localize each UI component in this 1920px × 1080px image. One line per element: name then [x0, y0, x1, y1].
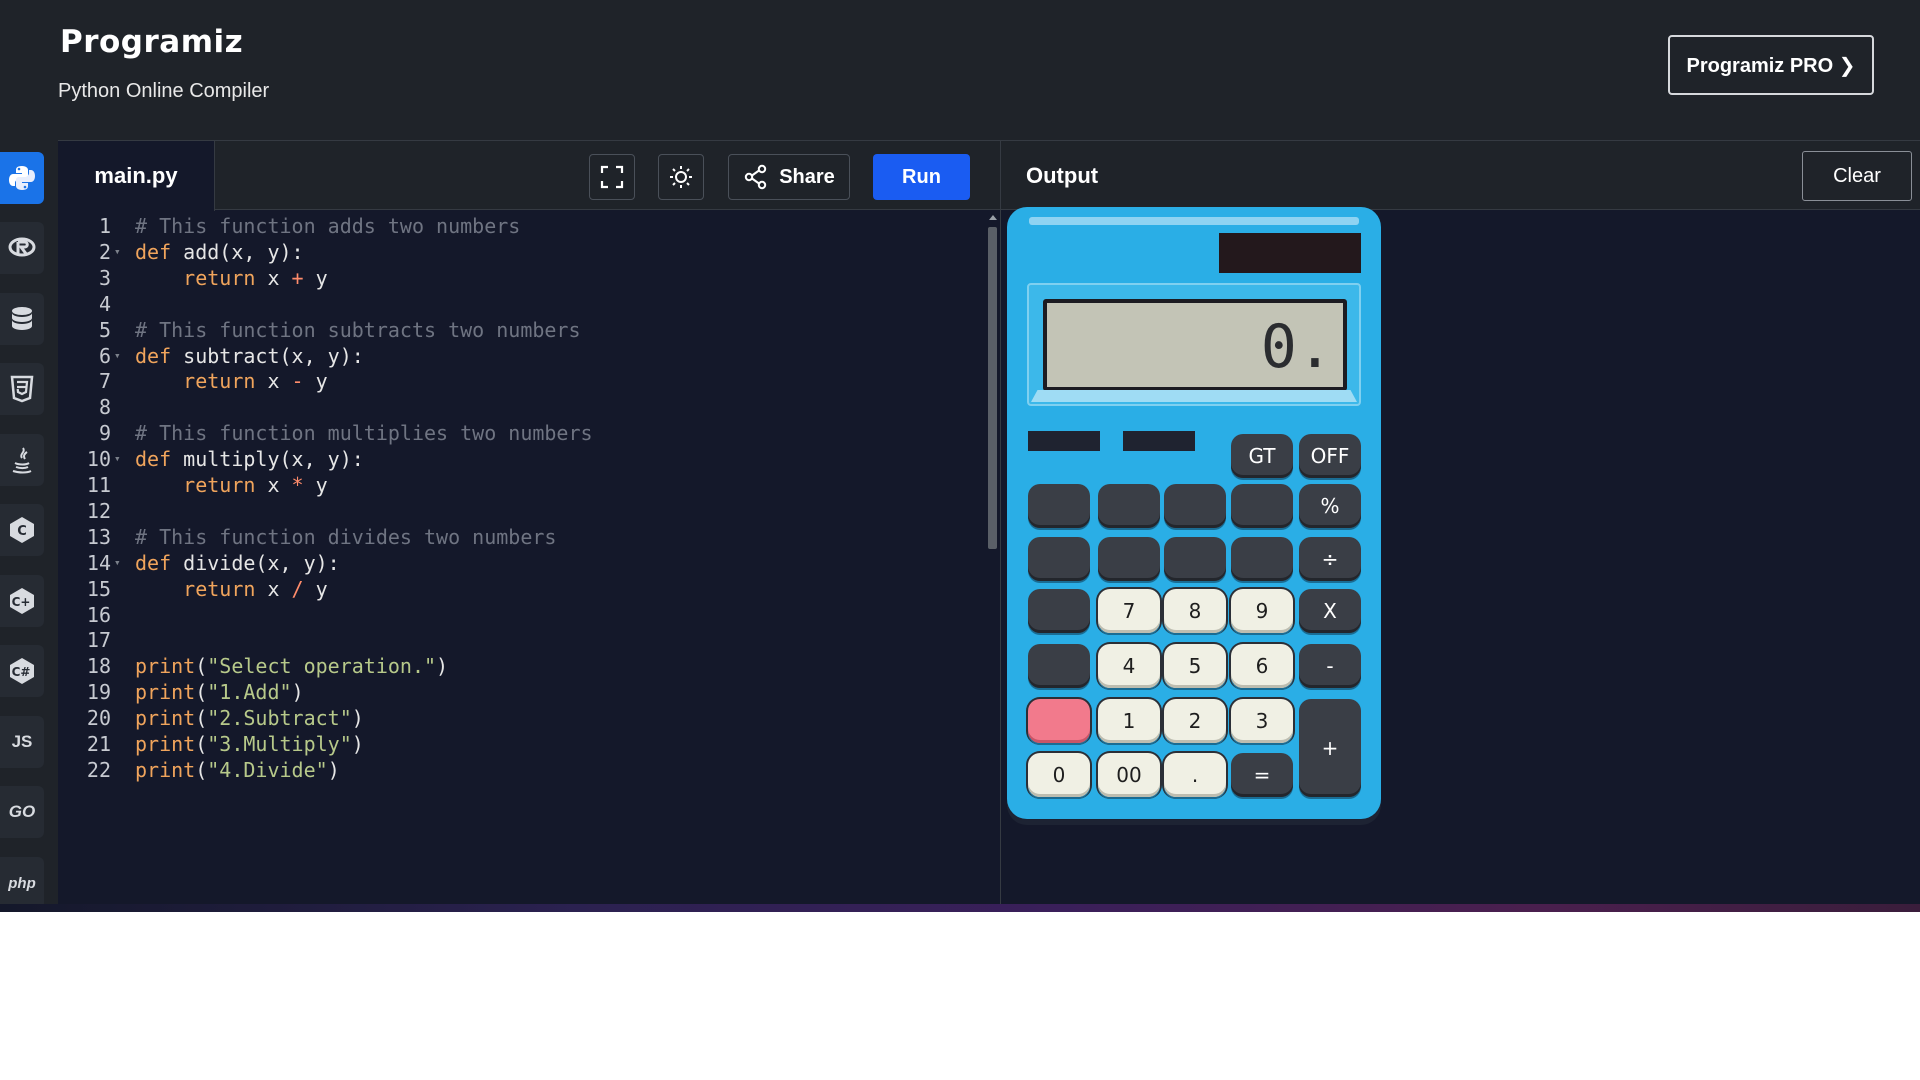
python-icon	[9, 166, 35, 190]
calculator-label-slot	[1123, 431, 1195, 451]
sidebar-item-c[interactable]: C	[0, 504, 44, 556]
calc-key-zero[interactable]: 0	[1028, 753, 1090, 797]
database-icon	[12, 307, 32, 330]
calculator-display-value: 0.	[1260, 312, 1333, 382]
calc-key-minus[interactable]: -	[1299, 644, 1361, 688]
code-text: print("4.Divide")	[135, 757, 340, 782]
scroll-thumb[interactable]	[988, 227, 997, 549]
calc-key-six[interactable]: 6	[1231, 644, 1293, 688]
c-language-icon: C	[10, 517, 34, 543]
calc-key-r2c3[interactable]	[1164, 537, 1226, 581]
sidebar-item-php[interactable]: php	[0, 857, 44, 909]
calc-key-one[interactable]: 1	[1098, 699, 1160, 743]
scroll-up-arrow-icon[interactable]	[989, 215, 997, 220]
cpp-icon: C+	[10, 588, 34, 614]
calc-key-decimal[interactable]: .	[1164, 753, 1226, 797]
svg-text:C#: C#	[12, 665, 31, 679]
html5-icon	[10, 375, 34, 403]
line-number: 22	[86, 757, 111, 782]
sidebar-item-cpp[interactable]: C+	[0, 575, 44, 627]
calc-key-r2c1[interactable]	[1028, 537, 1090, 581]
calculator-screen: 0.	[1043, 299, 1347, 391]
calc-key-nine[interactable]: 9	[1231, 589, 1293, 633]
editor-scrollbar[interactable]	[987, 215, 998, 915]
csharp-icon: C#	[10, 658, 34, 684]
run-button[interactable]: Run	[873, 154, 970, 200]
sun-icon	[670, 166, 692, 188]
fullscreen-button[interactable]	[589, 154, 635, 200]
calc-key-eight[interactable]: 8	[1164, 589, 1226, 633]
calculator-display-frame: 0.	[1027, 283, 1361, 406]
solar-panel	[1219, 233, 1361, 273]
sidebar-item-javascript[interactable]: JS	[0, 716, 44, 768]
sidebar-item-r[interactable]	[0, 222, 44, 274]
sidebar-item-java[interactable]	[0, 434, 44, 486]
calc-key-r1c1[interactable]	[1028, 484, 1090, 528]
calc-key-divide[interactable]: ÷	[1299, 537, 1361, 581]
output-toolbar: Output Clear	[1001, 140, 1920, 210]
share-button[interactable]: Share	[728, 154, 850, 200]
clear-button[interactable]: Clear	[1802, 151, 1912, 201]
calc-key-four[interactable]: 4	[1098, 644, 1160, 688]
sidebar-item-sql[interactable]	[0, 293, 44, 345]
bottom-gradient-bar	[0, 904, 1920, 912]
fullscreen-icon	[600, 165, 624, 189]
calculator-label-slot	[1028, 431, 1100, 451]
calc-key-three[interactable]: 3	[1231, 699, 1293, 743]
theme-toggle-button[interactable]	[658, 154, 704, 200]
code-line[interactable]: 22 print("4.Divide")	[58, 754, 988, 786]
svg-text:C: C	[17, 524, 27, 539]
sidebar-item-go[interactable]: GO	[0, 786, 44, 838]
output-title: Output	[1026, 163, 1099, 188]
page-subtitle: Python Online Compiler	[58, 80, 270, 102]
calc-key-r1c4[interactable]	[1231, 484, 1293, 528]
calc-key-clear-key[interactable]	[1028, 699, 1090, 743]
calc-key-off[interactable]: OFF	[1299, 434, 1361, 478]
calc-key-r1c2[interactable]	[1098, 484, 1160, 528]
calc-key-two[interactable]: 2	[1164, 699, 1226, 743]
calc-key-r4c1[interactable]	[1028, 644, 1090, 688]
calc-key-plus[interactable]: +	[1299, 699, 1361, 797]
sidebar-item-python[interactable]	[0, 152, 44, 204]
tab-main-py[interactable]: main.py	[58, 141, 215, 211]
top-header: Programiz Python Online Compiler Program…	[0, 0, 1920, 140]
editor-toolbar: main.py Share Run	[58, 140, 1000, 211]
calc-key-double-zero[interactable]: 00	[1098, 753, 1160, 797]
calculator-overlay: 0. GT OFF% ÷ 7 8 9 X 4 5 6-1 2 3 +0 00. =	[1007, 207, 1381, 819]
calc-key-multiply[interactable]: X	[1299, 589, 1361, 633]
share-label: Share	[779, 165, 835, 188]
calc-key-equals[interactable]: =	[1231, 753, 1293, 797]
code-area[interactable]: 1 # This function adds two numbers 2 ▾ def a…	[58, 210, 988, 912]
code-editor-panel: main.py Share Run 1 # This function adds …	[58, 140, 1000, 912]
java-icon	[12, 447, 32, 474]
calc-key-percent[interactable]: %	[1299, 484, 1361, 528]
r-language-icon	[8, 237, 36, 257]
programiz-logo[interactable]: Programiz	[60, 24, 243, 60]
language-sidebar: C C+ C# JS GO php	[0, 140, 58, 912]
calculator-top-strip	[1029, 217, 1359, 225]
share-icon	[745, 164, 767, 190]
programiz-pro-button[interactable]: Programiz PRO ❯	[1668, 35, 1874, 95]
calc-key-gt[interactable]: GT	[1231, 434, 1293, 478]
sidebar-item-csharp[interactable]: C#	[0, 645, 44, 697]
calc-key-r1c3[interactable]	[1164, 484, 1226, 528]
calc-key-r3c1[interactable]	[1028, 589, 1090, 633]
calc-key-seven[interactable]: 7	[1098, 589, 1160, 633]
calc-key-r2c4[interactable]	[1231, 537, 1293, 581]
calc-key-r2c2[interactable]	[1098, 537, 1160, 581]
svg-text:C+: C+	[12, 595, 31, 609]
sidebar-item-html[interactable]	[0, 363, 44, 415]
calc-key-five[interactable]: 5	[1164, 644, 1226, 688]
